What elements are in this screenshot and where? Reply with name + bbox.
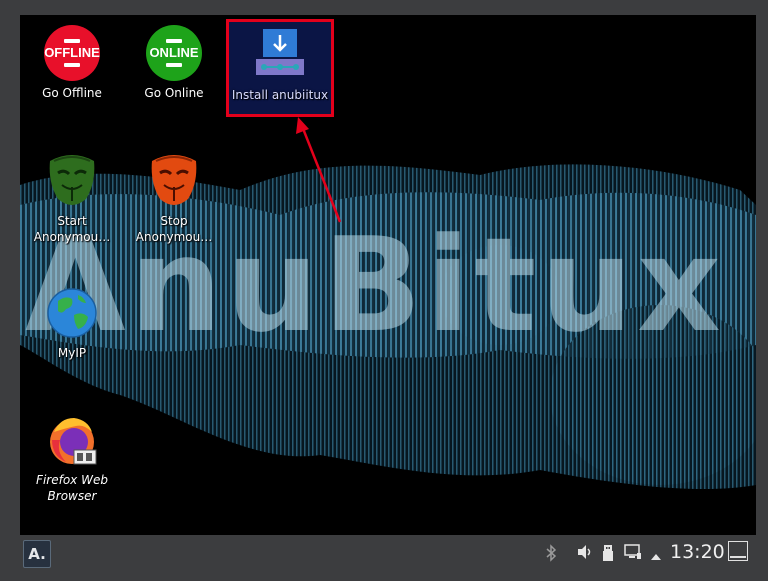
expand-tray-icon[interactable] xyxy=(650,547,662,565)
install-download-icon xyxy=(252,27,308,83)
start-anonymous-shortcut[interactable]: Start Anonymou… xyxy=(17,153,127,245)
offline-icon: OFFLINE xyxy=(44,25,100,81)
install-anubiitux-shortcut[interactable]: Install anubiitux xyxy=(225,27,335,103)
firefox-label-line1: Firefox Web xyxy=(36,473,108,487)
firefox-label-line2: Browser xyxy=(47,489,97,503)
clock[interactable]: 13:20 xyxy=(670,541,725,563)
firefox-icon xyxy=(44,412,100,468)
go-online-shortcut[interactable]: ONLINE Go Online xyxy=(119,25,229,101)
online-icon: ONLINE xyxy=(146,25,202,81)
start-anonymous-label-line2: Anonymou… xyxy=(33,230,111,244)
go-online-label: Go Online xyxy=(144,86,204,100)
stop-anonymous-label-line2: Anonymou… xyxy=(135,230,213,244)
green-mask-icon xyxy=(44,153,100,209)
myip-label: MyIP xyxy=(57,346,87,360)
network-icon[interactable] xyxy=(624,544,642,564)
red-mask-icon xyxy=(146,153,202,209)
install-anubiitux-label: Install anubiitux xyxy=(231,88,329,102)
bluetooth-icon[interactable] xyxy=(545,544,557,566)
go-offline-label: Go Offline xyxy=(42,86,102,100)
online-badge-text: ONLINE xyxy=(149,45,199,60)
volume-icon[interactable] xyxy=(576,544,594,564)
stop-anonymous-shortcut[interactable]: Stop Anonymou… xyxy=(119,153,229,245)
show-desktop-button[interactable] xyxy=(728,541,748,561)
myip-shortcut[interactable]: MyIP xyxy=(17,285,127,361)
globe-icon xyxy=(44,285,100,341)
offline-badge-text: OFFLINE xyxy=(44,45,100,60)
application-launcher-button[interactable]: A. xyxy=(23,540,51,568)
start-anonymous-label-line1: Start xyxy=(57,214,87,228)
usb-icon[interactable] xyxy=(602,544,614,566)
go-offline-shortcut[interactable]: OFFLINE Go Offline xyxy=(17,25,127,101)
firefox-shortcut[interactable]: Firefox Web Browser xyxy=(17,412,127,504)
stop-anonymous-label-line1: Stop xyxy=(160,214,188,228)
launcher-logo: A. xyxy=(28,545,46,563)
